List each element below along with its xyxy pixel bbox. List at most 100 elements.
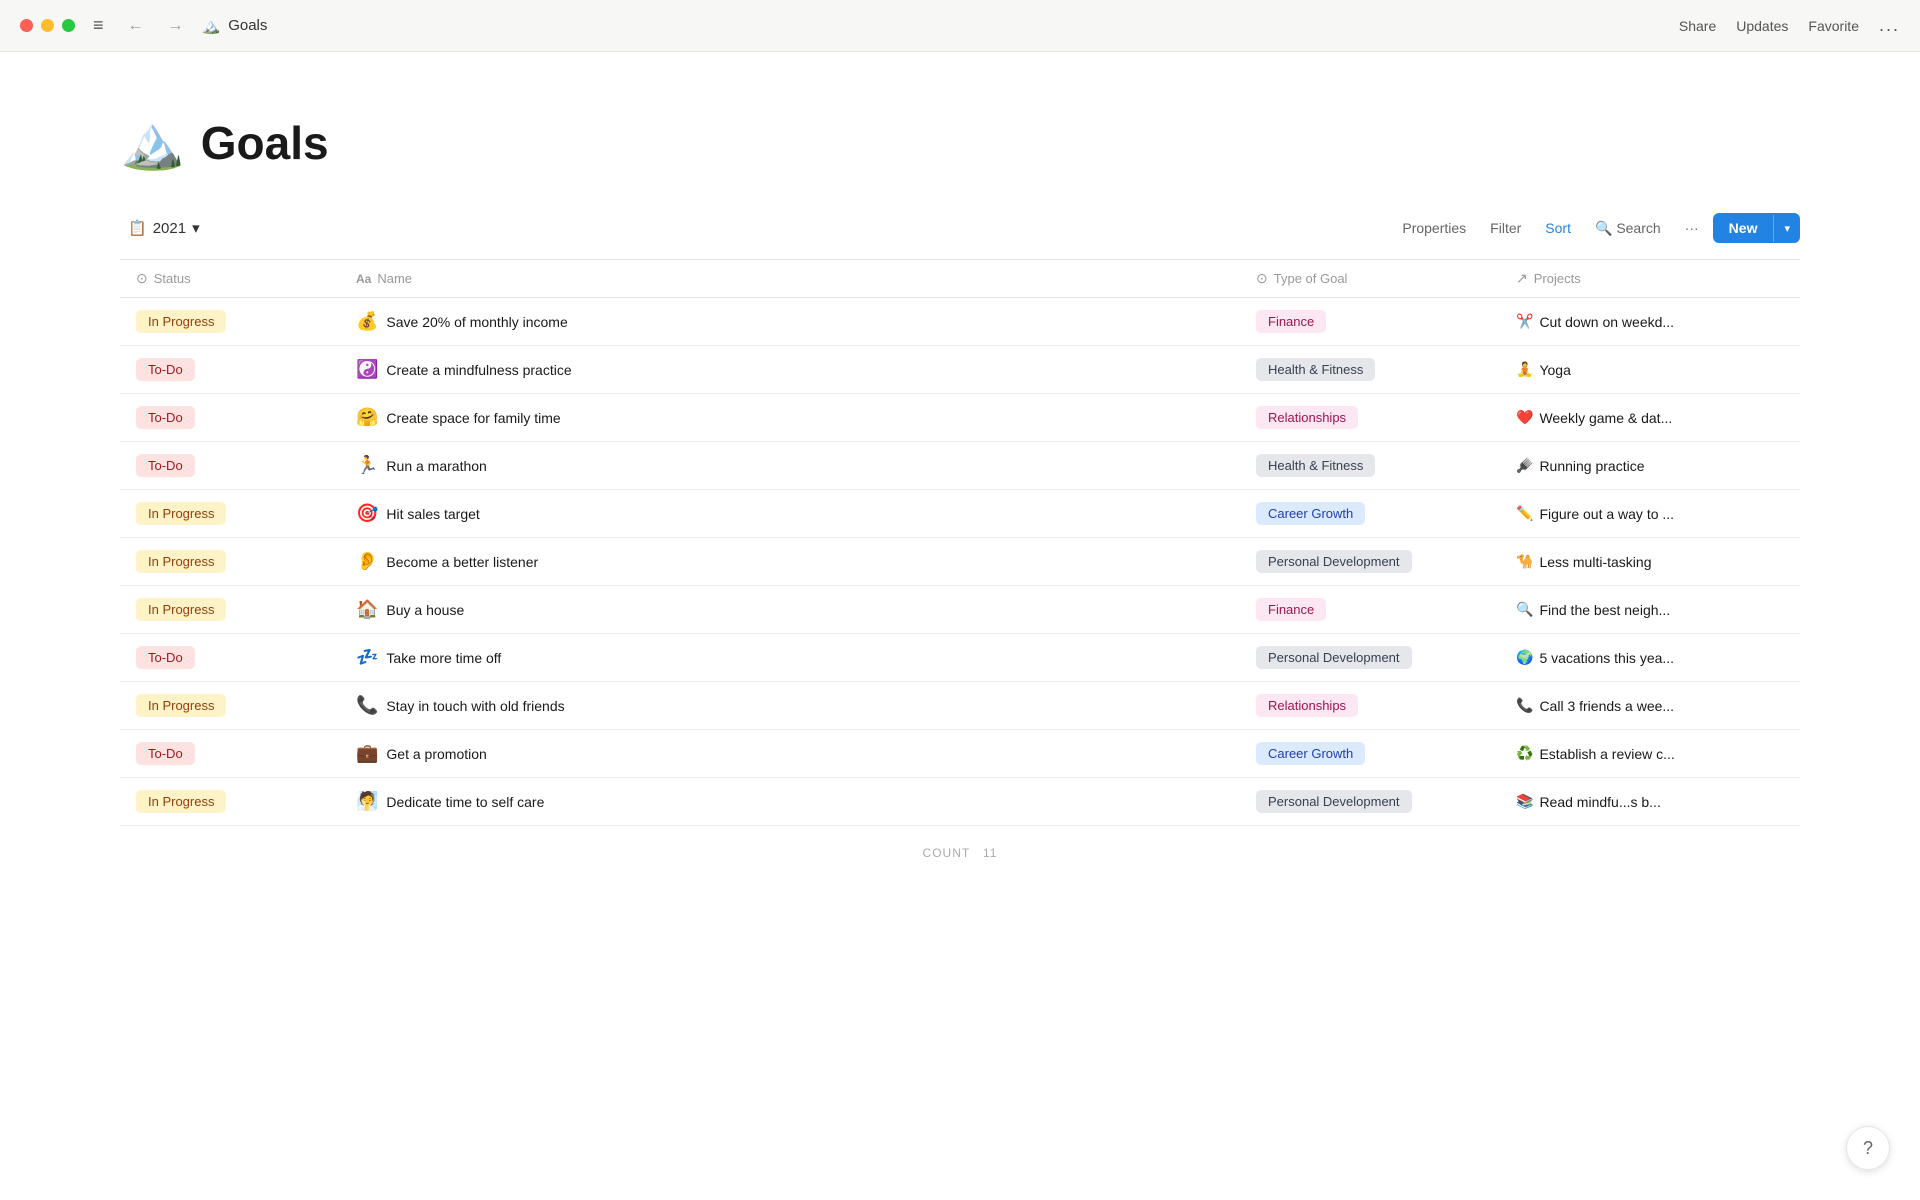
menu-button[interactable]: ≡ xyxy=(87,11,110,40)
name-cell[interactable]: 🏠 Buy a house xyxy=(340,589,1240,630)
view-chevron-icon: ▾ xyxy=(192,219,200,237)
nav-forward-button[interactable]: → xyxy=(162,13,190,39)
table-row[interactable]: In Progress 📞 Stay in touch with old fri… xyxy=(120,682,1800,730)
type-cell: Personal Development xyxy=(1240,540,1500,583)
type-badge: Personal Development xyxy=(1256,550,1412,573)
filter-button[interactable]: Filter xyxy=(1480,214,1531,242)
goals-table: ⊙ Status Aa Name ⊙ Type of Goal ↗ Projec… xyxy=(120,259,1800,880)
row-name: Save 20% of monthly income xyxy=(386,314,567,330)
name-cell[interactable]: 🏃 Run a marathon xyxy=(340,445,1240,486)
project-name: Weekly game & dat... xyxy=(1539,410,1672,426)
toolbar-left: 📋 2021 ▾ xyxy=(120,215,208,241)
count-value: 11 xyxy=(983,846,997,860)
project-cell[interactable]: 🔍 Find the best neigh... xyxy=(1500,591,1800,628)
project-cell[interactable]: 🌍 5 vacations this yea... xyxy=(1500,639,1800,676)
view-selector-button[interactable]: 📋 2021 ▾ xyxy=(120,215,208,241)
row-name: Become a better listener xyxy=(386,554,538,570)
status-cell: In Progress xyxy=(120,684,340,727)
properties-button[interactable]: Properties xyxy=(1392,214,1476,242)
favorite-button[interactable]: Favorite xyxy=(1808,18,1859,34)
table-footer: COUNT 11 xyxy=(120,826,1800,880)
type-badge: Personal Development xyxy=(1256,790,1412,813)
name-cell[interactable]: ☯️ Create a mindfulness practice xyxy=(340,349,1240,390)
type-cell: Personal Development xyxy=(1240,780,1500,823)
table-row[interactable]: To-Do 💤 Take more time off Personal Deve… xyxy=(120,634,1800,682)
name-cell[interactable]: 🤗 Create space for family time xyxy=(340,397,1240,438)
view-icon: 📋 xyxy=(128,219,147,237)
project-cell[interactable]: 📞 Call 3 friends a wee... xyxy=(1500,687,1800,724)
type-badge: Relationships xyxy=(1256,406,1358,429)
project-name: Establish a review c... xyxy=(1539,746,1674,762)
share-button[interactable]: Share xyxy=(1679,18,1716,34)
row-name: Create a mindfulness practice xyxy=(386,362,571,378)
toolbar-more-button[interactable]: ··· xyxy=(1675,214,1709,242)
sort-button[interactable]: Sort xyxy=(1535,214,1581,242)
table-row[interactable]: To-Do ☯️ Create a mindfulness practice H… xyxy=(120,346,1800,394)
maximize-dot[interactable] xyxy=(62,19,75,32)
search-button[interactable]: 🔍 Search xyxy=(1585,214,1671,243)
main-content: 🏔️ Goals 📋 2021 ▾ Properties Filter Sort… xyxy=(0,52,1920,880)
status-badge: In Progress xyxy=(136,694,226,717)
new-dropdown-button[interactable]: ▾ xyxy=(1773,215,1800,242)
type-badge: Relationships xyxy=(1256,694,1358,717)
project-emoji: 🐪 xyxy=(1516,553,1533,570)
help-button[interactable]: ? xyxy=(1846,1126,1890,1170)
status-badge: To-Do xyxy=(136,358,195,381)
table-row[interactable]: In Progress 🎯 Hit sales target Career Gr… xyxy=(120,490,1800,538)
project-cell[interactable]: ♻️ Establish a review c... xyxy=(1500,735,1800,772)
project-cell[interactable]: 🧘 Yoga xyxy=(1500,351,1800,388)
status-cell: In Progress xyxy=(120,588,340,631)
count-label: COUNT xyxy=(923,846,970,860)
close-dot[interactable] xyxy=(20,19,33,32)
row-name: Buy a house xyxy=(386,602,464,618)
project-cell[interactable]: 🐪 Less multi-tasking xyxy=(1500,543,1800,580)
col-header-type: ⊙ Type of Goal xyxy=(1240,260,1500,297)
project-cell[interactable]: ❤️ Weekly game & dat... xyxy=(1500,399,1800,436)
status-col-label: Status xyxy=(154,271,191,286)
more-button[interactable]: ... xyxy=(1879,15,1900,36)
row-emoji: ☯️ xyxy=(356,359,378,380)
minimize-dot[interactable] xyxy=(41,19,54,32)
row-name: Run a marathon xyxy=(386,458,486,474)
name-cell[interactable]: 🎯 Hit sales target xyxy=(340,493,1240,534)
name-col-icon: Aa xyxy=(356,272,371,286)
project-emoji: 🪮 xyxy=(1516,457,1533,474)
project-cell[interactable]: 📚 Read mindfu...s b... xyxy=(1500,783,1800,820)
nav-back-button[interactable]: ← xyxy=(122,13,150,39)
name-cell[interactable]: 👂 Become a better listener xyxy=(340,541,1240,582)
project-name: Find the best neigh... xyxy=(1539,602,1670,618)
name-cell[interactable]: 💰 Save 20% of monthly income xyxy=(340,301,1240,342)
status-badge: To-Do xyxy=(136,646,195,669)
row-name: Create space for family time xyxy=(386,410,560,426)
table-row[interactable]: In Progress 💰 Save 20% of monthly income… xyxy=(120,298,1800,346)
type-cell: Finance xyxy=(1240,300,1500,343)
projects-col-icon: ↗ xyxy=(1516,270,1528,287)
row-emoji: 💤 xyxy=(356,647,378,668)
status-badge: To-Do xyxy=(136,406,195,429)
table-row[interactable]: To-Do 🤗 Create space for family time Rel… xyxy=(120,394,1800,442)
col-header-name: Aa Name xyxy=(340,260,1240,297)
project-emoji: ♻️ xyxy=(1516,745,1533,762)
table-row[interactable]: In Progress 👂 Become a better listener P… xyxy=(120,538,1800,586)
name-cell[interactable]: 💤 Take more time off xyxy=(340,637,1240,678)
project-name: Call 3 friends a wee... xyxy=(1539,698,1674,714)
new-button[interactable]: New xyxy=(1713,213,1774,243)
row-name: Hit sales target xyxy=(386,506,479,522)
row-name: Get a promotion xyxy=(386,746,486,762)
table-row[interactable]: To-Do 🏃 Run a marathon Health & Fitness … xyxy=(120,442,1800,490)
row-emoji: 💰 xyxy=(356,311,378,332)
name-cell[interactable]: 📞 Stay in touch with old friends xyxy=(340,685,1240,726)
status-badge: To-Do xyxy=(136,454,195,477)
project-cell[interactable]: ✂️ Cut down on weekd... xyxy=(1500,303,1800,340)
table-row[interactable]: In Progress 🧖 Dedicate time to self care… xyxy=(120,778,1800,826)
project-cell[interactable]: 🪮 Running practice xyxy=(1500,447,1800,484)
project-cell[interactable]: ✏️ Figure out a way to ... xyxy=(1500,495,1800,532)
name-cell[interactable]: 💼 Get a promotion xyxy=(340,733,1240,774)
table-row[interactable]: In Progress 🏠 Buy a house Finance 🔍 Find… xyxy=(120,586,1800,634)
view-label: 2021 xyxy=(153,220,186,237)
table-row[interactable]: To-Do 💼 Get a promotion Career Growth ♻️… xyxy=(120,730,1800,778)
name-cell[interactable]: 🧖 Dedicate time to self care xyxy=(340,781,1240,822)
status-cell: In Progress xyxy=(120,780,340,823)
status-cell: To-Do xyxy=(120,348,340,391)
updates-button[interactable]: Updates xyxy=(1736,18,1788,34)
